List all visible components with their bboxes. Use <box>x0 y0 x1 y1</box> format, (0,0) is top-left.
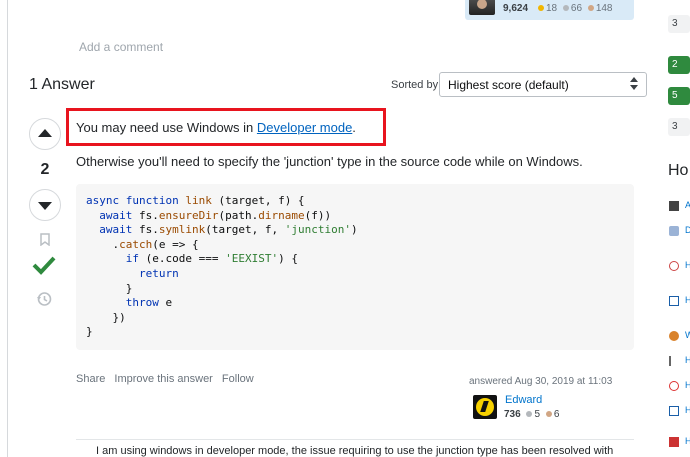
linked-question-score: 2 <box>668 56 690 74</box>
bronze-count: 148 <box>595 3 613 14</box>
gold-count: 18 <box>546 3 558 14</box>
silver-count: 66 <box>570 3 583 14</box>
bronze-badge-icon <box>545 410 552 417</box>
code-line: return <box>138 266 179 280</box>
site-icon <box>669 201 679 211</box>
upvote-button[interactable] <box>29 118 61 150</box>
answerer-reputation: 736 5 6 <box>504 409 559 420</box>
owner-reputation: 9,624 <box>503 3 529 14</box>
bronze-badge-icon <box>587 4 594 11</box>
follow-link[interactable]: Follow <box>222 373 254 385</box>
gold-badge-icon <box>538 4 544 11</box>
answerer-rep-value: 736 <box>504 409 521 420</box>
vote-count: 2 <box>40 161 50 178</box>
hot-question-link[interactable]: D <box>685 225 690 235</box>
hot-question-link[interactable]: H <box>685 405 690 415</box>
site-icon <box>669 356 679 366</box>
site-icon <box>669 437 679 447</box>
add-comment-link[interactable]: Add a comment <box>79 40 163 54</box>
select-arrows-icon <box>630 77 638 90</box>
answer-paragraph-2: Otherwise you'll need to specify the 'ju… <box>76 154 583 169</box>
silver-badge-icon <box>562 4 569 11</box>
sort-select-value: Highest score (default) <box>448 78 569 92</box>
improve-answer-link[interactable]: Improve this answer <box>114 373 212 385</box>
hot-question-link[interactable]: H <box>685 295 690 305</box>
bookmark-icon[interactable] <box>40 233 50 246</box>
code-line: await fs.ensureDir(path.dirname(f)) <box>99 208 332 222</box>
comment-divider <box>76 439 634 440</box>
site-icon <box>669 331 679 341</box>
hot-question-link[interactable]: H <box>685 355 690 365</box>
share-link[interactable]: Share <box>76 373 105 385</box>
code-line: throw e <box>125 296 173 310</box>
question-owner-card: 9,624 18 66 148 <box>465 0 634 20</box>
site-icon <box>669 261 679 271</box>
hot-question-link[interactable]: H <box>685 260 690 270</box>
site-icon <box>669 226 679 236</box>
left-rail <box>0 0 8 457</box>
code-line: await fs.symlink(target, f, 'junction') <box>99 223 358 237</box>
code-line: }) <box>86 310 126 324</box>
history-icon[interactable] <box>36 291 52 307</box>
code-line: } <box>86 281 133 295</box>
answer-paragraph-1: You may need use Windows in Developer mo… <box>76 120 356 135</box>
answerer-silver-count: 5 <box>534 409 541 420</box>
code-line: .catch(e => { <box>86 237 199 251</box>
answerer-avatar[interactable] <box>473 395 497 419</box>
developer-mode-link[interactable]: Developer mode <box>257 120 352 135</box>
hot-question-link[interactable]: H <box>685 436 690 446</box>
answer-text-suffix: . <box>352 120 356 135</box>
code-line: async function link (target, f) { <box>86 194 305 207</box>
sorted-by-label: Sorted by: <box>391 79 442 91</box>
hot-question-link[interactable]: W <box>685 330 690 340</box>
hot-question-link[interactable]: H <box>685 380 690 390</box>
linked-question-score: 3 <box>668 15 690 33</box>
post-actions: Share Improve this answer Follow <box>76 373 260 385</box>
silver-badge-icon <box>526 410 533 417</box>
code-line: } <box>86 325 93 339</box>
linked-question-score: 3 <box>668 118 690 136</box>
answer-text-prefix: You may need use Windows in <box>76 120 257 135</box>
site-icon <box>669 381 679 391</box>
owner-badges: 18 66 148 <box>535 3 613 14</box>
downvote-button[interactable] <box>29 189 61 221</box>
answerer-bronze-count: 6 <box>553 409 560 420</box>
comment-text: I am using windows in developer mode, th… <box>96 445 614 457</box>
linked-question-score: 5 <box>668 87 690 105</box>
hot-network-title: Ho <box>668 162 689 179</box>
answered-timestamp: answered Aug 30, 2019 at 11:03 <box>469 376 613 387</box>
code-line: if (e.code === 'EEXIST') { <box>125 252 298 266</box>
answerer-name[interactable]: Edward <box>505 394 542 406</box>
accepted-check-icon <box>32 256 56 275</box>
code-block: async function link (target, f) { await … <box>76 184 634 350</box>
sort-select[interactable]: Highest score (default) <box>439 72 647 97</box>
site-icon <box>669 406 679 416</box>
owner-avatar[interactable] <box>469 0 495 15</box>
answers-count-title: 1 Answer <box>29 76 95 93</box>
hot-question-link[interactable]: A <box>685 200 690 210</box>
site-icon <box>669 296 679 306</box>
